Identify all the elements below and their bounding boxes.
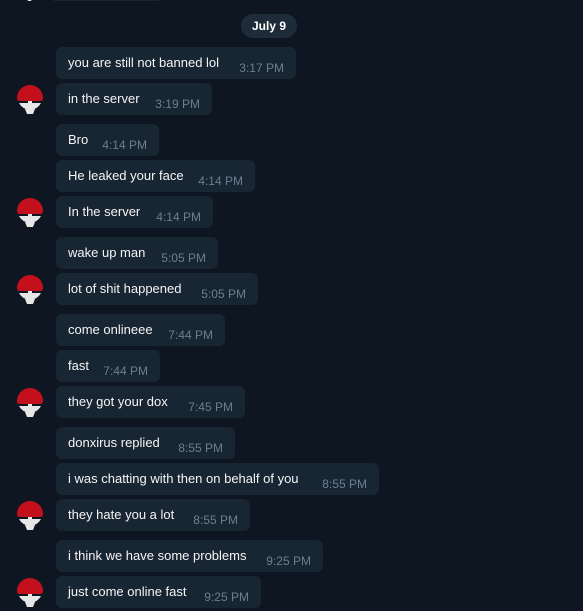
message-text: i think we have some problems (68, 548, 247, 563)
chat-message-list[interactable]: July 9 you are still not banned lol 3:17… (0, 0, 583, 611)
message-text: they got your dox (68, 394, 168, 409)
message-time: 4:14 PM (198, 174, 243, 188)
uchiha-clan-symbol-icon (17, 85, 43, 114)
message-text: come onlineee (68, 322, 153, 337)
message-bubble[interactable]: they hate you a lot 8:55 PM (56, 499, 250, 531)
sender-avatar[interactable] (14, 386, 46, 418)
message-time: 5:05 PM (201, 287, 246, 301)
uchiha-clan-symbol-icon (17, 501, 43, 530)
uchiha-clan-symbol-icon (17, 198, 43, 227)
message-bubble[interactable]: wake up man 5:05 PM (56, 237, 218, 269)
message-time: 9:25 PM (204, 590, 249, 604)
uchiha-clan-symbol-icon (17, 275, 43, 304)
message-text: i was chatting with then on behalf of yo… (68, 471, 299, 486)
message-time: 7:45 PM (188, 400, 233, 414)
message-bubble[interactable]: come onlineee 7:44 PM (56, 314, 225, 346)
message-time: 8:55 PM (178, 441, 223, 455)
message-bubble[interactable]: just come online fast 9:25 PM (56, 576, 261, 608)
message-text: Bro (68, 132, 89, 147)
message-text: just come online fast (68, 584, 187, 599)
message-time: 8:55 PM (322, 477, 367, 491)
message-text: wake up man (68, 245, 146, 260)
message-bubble[interactable]: He leaked your face 4:14 PM (56, 160, 255, 192)
message-bubble[interactable]: in the server 3:19 PM (56, 83, 212, 115)
message-text: you are still not banned lol (68, 55, 220, 70)
sender-avatar[interactable] (14, 273, 46, 305)
message-text: lot of shit happened (68, 281, 182, 296)
message-time: 3:17 PM (239, 61, 284, 75)
message-bubble[interactable]: fast 7:44 PM (56, 350, 160, 382)
message-time: 3:19 PM (155, 97, 200, 111)
message-time: 7:44 PM (103, 364, 148, 378)
message-time: 5:05 PM (161, 251, 206, 265)
message-text: they hate you a lot (68, 507, 175, 522)
previous-message-bubble (48, 0, 166, 1)
sender-avatar[interactable] (14, 83, 46, 115)
message-time: 4:14 PM (102, 138, 147, 152)
message-bubble[interactable]: Bro 4:14 PM (56, 124, 159, 156)
message-text: donxirus replied (68, 435, 160, 450)
date-separator: July 9 (241, 14, 297, 38)
uchiha-clan-symbol-icon (17, 388, 43, 417)
message-time: 4:14 PM (156, 210, 201, 224)
message-time: 7:44 PM (168, 328, 213, 342)
message-bubble[interactable]: In the server 4:14 PM (56, 196, 213, 228)
sender-avatar[interactable] (14, 196, 46, 228)
message-bubble[interactable]: you are still not banned lol 3:17 PM (56, 47, 296, 79)
message-bubble[interactable]: i was chatting with then on behalf of yo… (56, 463, 379, 495)
message-bubble[interactable]: they got your dox 7:45 PM (56, 386, 245, 418)
message-text: fast (68, 358, 89, 373)
message-text: In the server (68, 204, 141, 219)
message-bubble[interactable]: donxirus replied 8:55 PM (56, 427, 235, 459)
sender-avatar[interactable] (14, 499, 46, 531)
sender-avatar[interactable] (14, 576, 46, 608)
message-time: 9:25 PM (266, 554, 311, 568)
message-time: 8:55 PM (193, 513, 238, 527)
message-bubble[interactable]: lot of shit happened 5:05 PM (56, 273, 258, 305)
message-text: in the server (68, 91, 140, 106)
message-bubble[interactable]: i think we have some problems 9:25 PM (56, 540, 323, 572)
uchiha-clan-symbol-icon (17, 578, 43, 607)
message-text: He leaked your face (68, 168, 184, 183)
